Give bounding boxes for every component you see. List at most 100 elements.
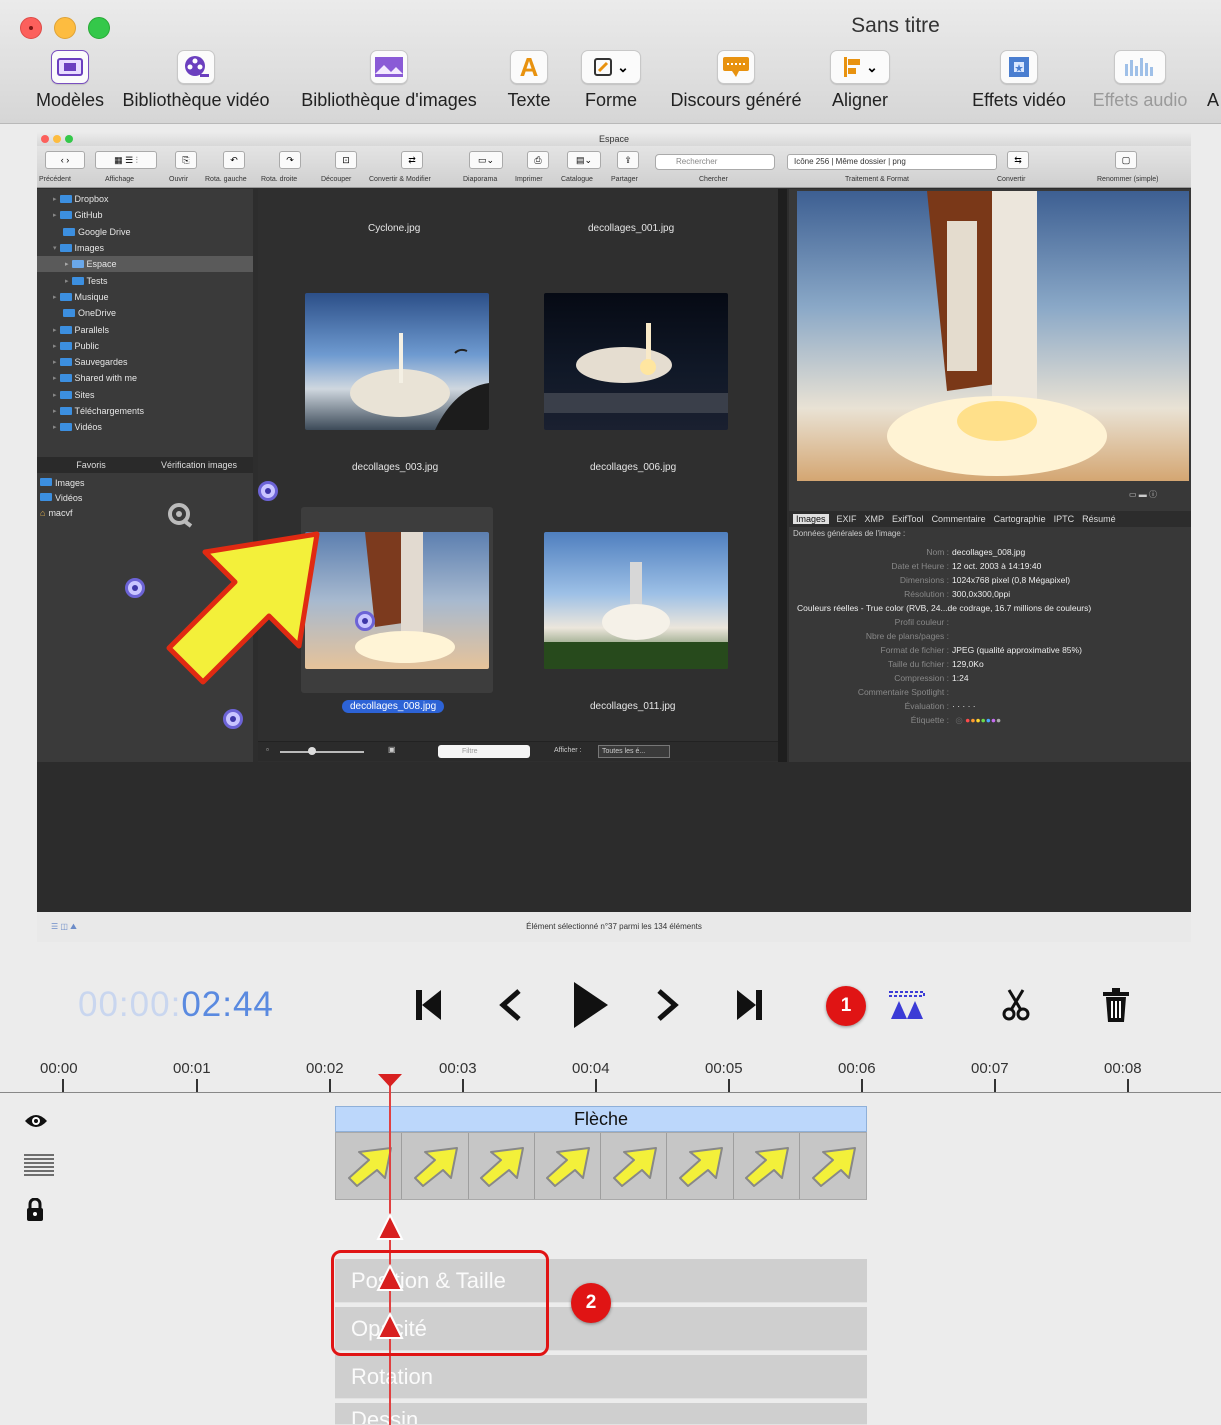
resize-handle[interactable] <box>355 611 375 631</box>
sidebar-tabs: Favoris Vérification images <box>37 457 253 473</box>
thumbnail-image <box>544 532 728 669</box>
more-label: A <box>1206 90 1219 110</box>
print-icon: ⎙ <box>527 151 549 169</box>
thumb-label: Cyclone.jpg <box>368 223 421 234</box>
audio-effects-button[interactable]: Effets audio <box>1084 50 1196 120</box>
align-button[interactable]: ⌄ Aligner <box>826 50 894 120</box>
rotate-left-icon: ↶ <box>223 151 245 169</box>
text-icon: A <box>510 50 548 84</box>
info-rows: Nom : decollages_008.jpg Date et Heure :1… <box>789 545 1091 727</box>
split-button[interactable] <box>993 982 1039 1028</box>
thumb-label-selected: decollages_008.jpg <box>342 700 445 713</box>
visibility-eye-icon[interactable] <box>24 1112 48 1135</box>
keyframe-marker[interactable] <box>376 1213 404 1241</box>
resize-handle[interactable] <box>125 578 145 598</box>
property-drawing[interactable]: Dessin <box>335 1403 867 1425</box>
preview-controls-icon: ▭ ▬ ⓘ <box>1129 490 1158 499</box>
tick-mark <box>62 1079 64 1092</box>
scissors-icon <box>1002 989 1030 1021</box>
arrow-frame-thumbnail <box>601 1133 668 1199</box>
title-bar: Sans titre Modèles Bibliothèque vidéo Bi… <box>0 0 1221 124</box>
lock-icon[interactable] <box>26 1197 44 1228</box>
arrow-shape[interactable] <box>165 524 325 694</box>
skip-to-end-button[interactable] <box>727 982 773 1028</box>
track-lines-icon[interactable] <box>24 1152 54 1182</box>
tb-lbl-prev: Précédent <box>39 176 71 183</box>
tree-item: ▸ Tests <box>65 275 108 286</box>
track-frames[interactable] <box>335 1132 867 1200</box>
open-icon: ⎘ <box>175 151 197 169</box>
show-select: Toutes les é... <box>598 745 670 758</box>
info-tab: Résumé <box>1082 514 1116 524</box>
resize-handle[interactable] <box>258 481 278 501</box>
favorites-list: Images Vidéos ⌂ macvf <box>37 475 85 520</box>
tb-lbl-slide: Diaporama <box>463 176 498 183</box>
track-title[interactable]: Flèche <box>335 1106 867 1132</box>
status-bar: ☰ ◫ ⛰ Élément sélectionné n°37 parmi les… <box>37 912 1191 942</box>
view-mode-icon: ▦ ☰ ⫶ <box>95 151 157 169</box>
playhead-handle[interactable] <box>378 1074 402 1087</box>
arrow-frame-thumbnail <box>734 1133 800 1199</box>
embedded-screenshot[interactable]: Espace ‹ › ▦ ☰ ⫶ ⎘ ↶ ↷ ⊡ ⇄ ▭⌄ ⎙ ▤⌄ ⇪ Rec… <box>37 132 1191 942</box>
audio-effects-label: Effets audio <box>1092 90 1188 110</box>
tb-lbl-rename: Renommer (simple) <box>1097 176 1159 183</box>
shape-button[interactable]: ⌄ Forme <box>572 50 650 120</box>
info-row: Nom : decollages_008.jpg <box>926 547 1026 557</box>
video-effects-button[interactable]: Effets vidéo <box>964 50 1074 120</box>
keyframes-icon <box>889 991 925 1019</box>
favorite-item: Vidéos <box>37 490 85 505</box>
share-icon: ⇪ <box>617 151 639 169</box>
info-tab: XMP <box>864 514 885 524</box>
video-library-button[interactable]: Bibliothèque vidéo <box>112 50 280 120</box>
templates-icon <box>51 50 89 84</box>
play-button[interactable] <box>562 982 618 1028</box>
rotate-right-icon: ↷ <box>279 151 301 169</box>
delete-button[interactable] <box>1093 982 1139 1028</box>
tree-item: ▸ Shared with me <box>53 373 138 384</box>
rotate-handle-icon[interactable] <box>165 500 197 532</box>
speech-button[interactable]: Discours généré <box>660 50 812 120</box>
tree-item: ▸ Téléchargements <box>53 406 145 416</box>
tb-lbl-open: Ouvrir <box>169 176 189 183</box>
zoom-slider-knob <box>308 747 316 755</box>
tree-item: ▸ Vidéos <box>53 422 102 433</box>
image-library-icon <box>370 50 408 84</box>
info-tab: EXIF <box>836 514 857 524</box>
show-label: Afficher : <box>554 747 582 754</box>
pane-divider <box>778 189 787 762</box>
tick-label: 00:02 <box>306 1060 344 1077</box>
tab-image-check: Vérification images <box>160 460 238 470</box>
tree-item: ▾ Images <box>53 243 105 254</box>
video-effects-icon <box>1000 50 1038 84</box>
tb-lbl-rotr: Rota. droite <box>261 176 298 183</box>
text-button[interactable]: A Texte <box>500 50 558 120</box>
tick-label: 00:00 <box>40 1060 78 1077</box>
timecode-active: 02:44 <box>181 985 274 1024</box>
previous-frame-button[interactable] <box>487 982 533 1028</box>
arrow-frame-thumbnail <box>800 1133 866 1199</box>
size-small-icon: ▫ <box>266 745 269 754</box>
preview-image <box>797 191 1189 481</box>
templates-button[interactable]: Modèles <box>22 50 118 120</box>
keyframe-button[interactable] <box>884 982 930 1028</box>
info-tabs: Images EXIF XMP ExifTool Commentaire Car… <box>789 511 1191 527</box>
skip-to-start-button[interactable] <box>405 982 451 1028</box>
resize-handle[interactable] <box>223 709 243 729</box>
tick-mark <box>595 1079 597 1092</box>
tree-item: OneDrive <box>37 305 253 321</box>
property-rotation[interactable]: Rotation <box>335 1355 867 1399</box>
arrow-frame-thumbnail <box>535 1133 601 1199</box>
info-row: Date et Heure :12 oct. 2003 à 14:19:40 <box>891 561 1042 571</box>
convert-icon: ⇄ <box>401 151 423 169</box>
screenshot-zoom-dot <box>65 135 73 143</box>
info-row: Dimensions :1024x768 pixel (0,8 Mégapixe… <box>899 575 1071 585</box>
video-effects-label: Effets vidéo <box>972 90 1066 110</box>
align-label: Aligner <box>831 90 889 110</box>
more-button[interactable]: A <box>1206 50 1220 120</box>
image-library-label: Bibliothèque d'images <box>301 90 477 110</box>
shape-icon: ⌄ <box>581 50 641 84</box>
tb-lbl-cat: Catalogue <box>561 176 593 183</box>
screenshot-format-select: Icône 256 | Même dossier | png <box>787 154 997 170</box>
image-library-button[interactable]: Bibliothèque d'images <box>290 50 488 120</box>
next-frame-button[interactable] <box>645 982 691 1028</box>
